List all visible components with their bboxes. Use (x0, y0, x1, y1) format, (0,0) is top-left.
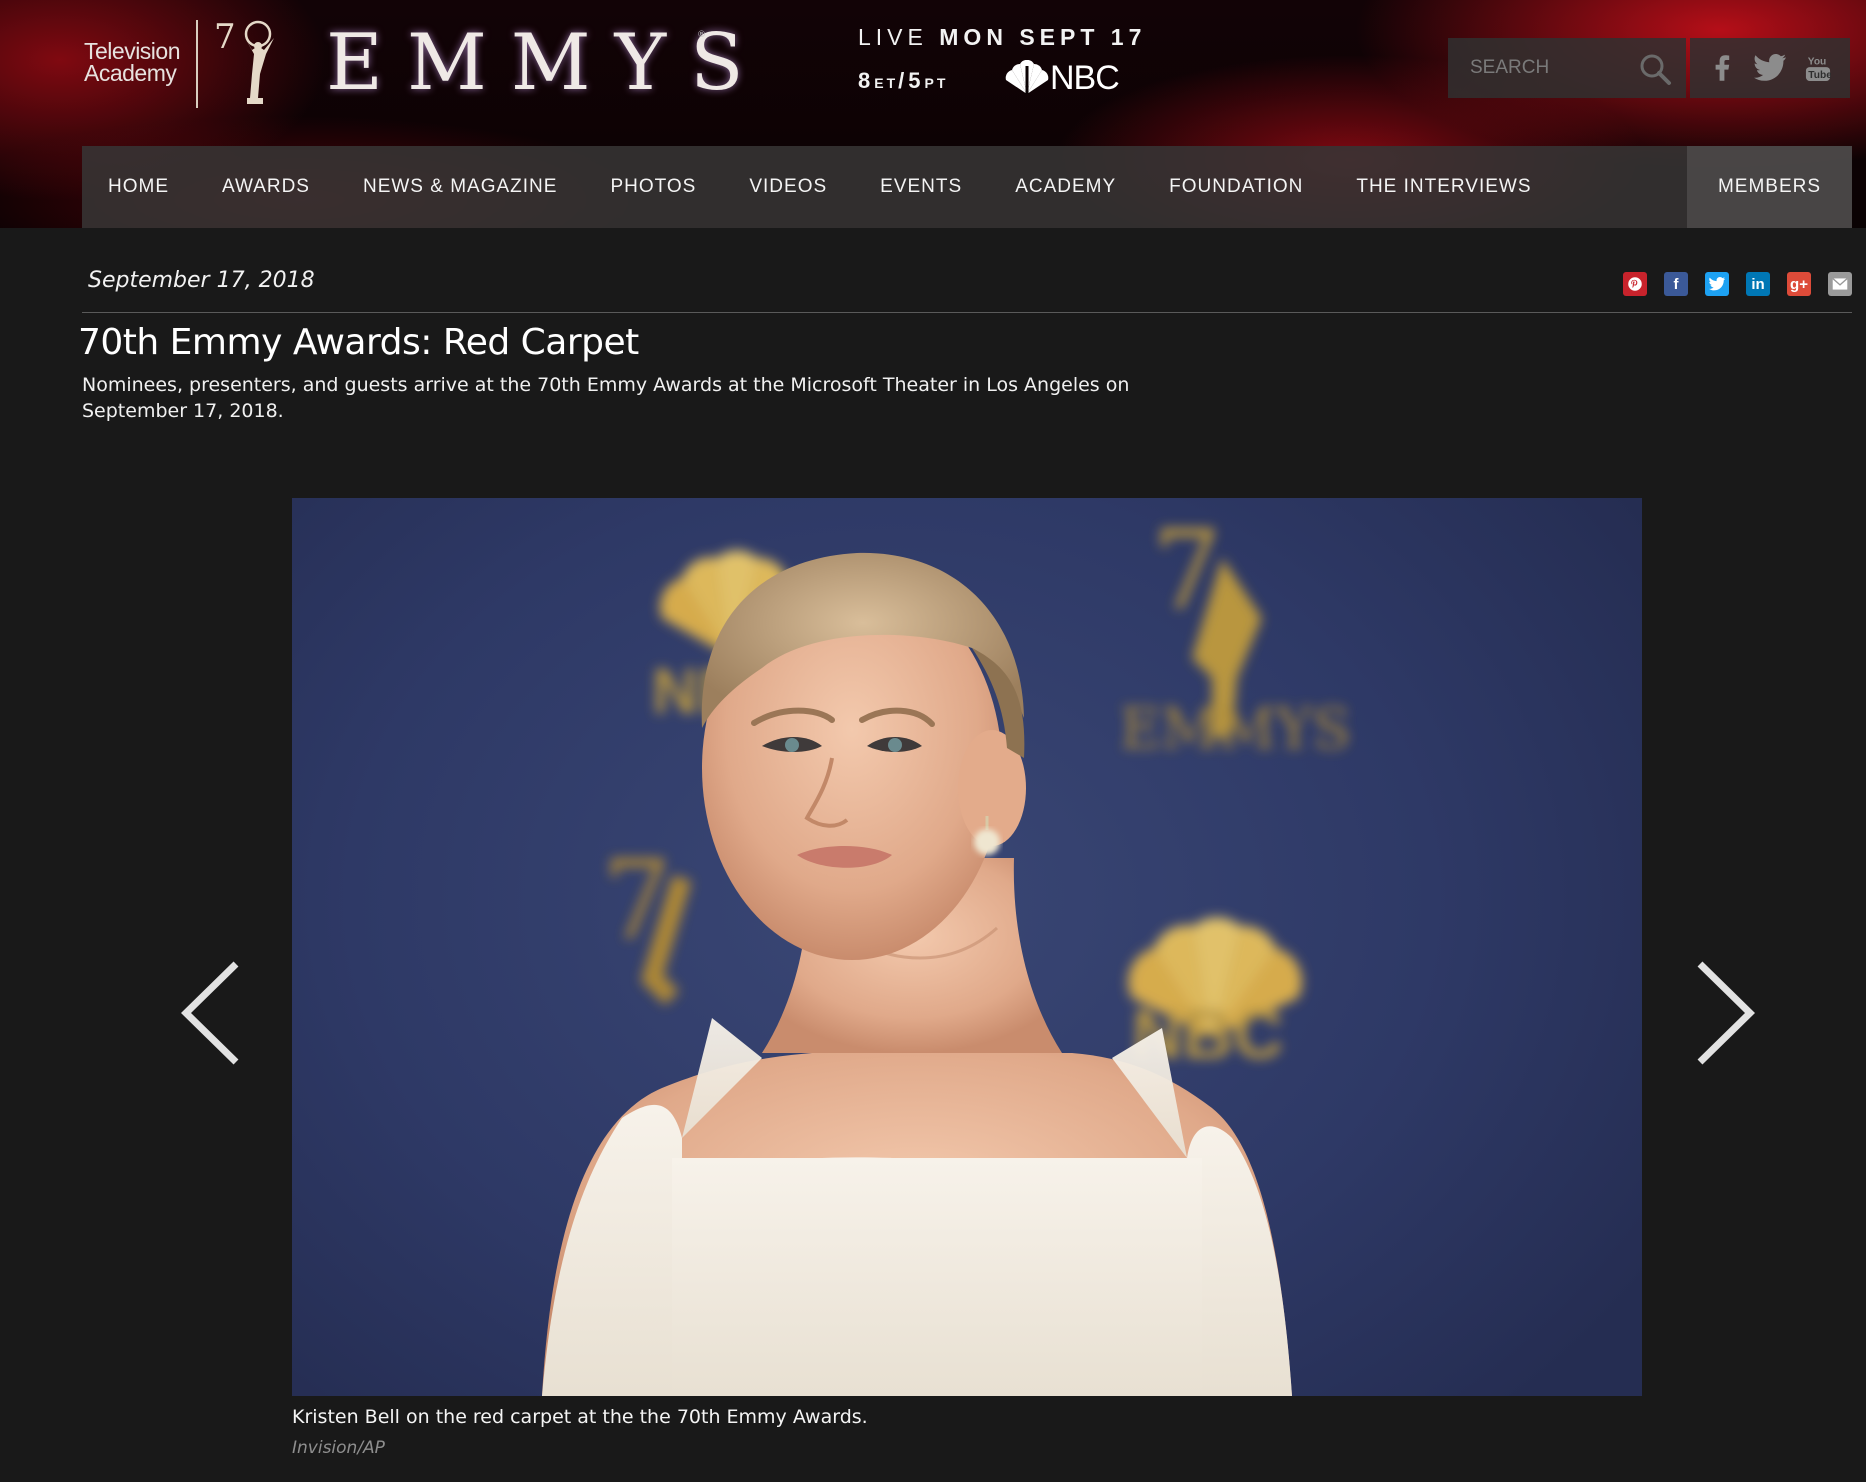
broadcast-live-day: LIVE MON SEPT 17 (858, 24, 1146, 51)
header-divider (82, 312, 1852, 313)
backdrop-emmys: EMMYS (1120, 697, 1351, 762)
search-box (1448, 38, 1686, 98)
twitter-icon[interactable] (1754, 52, 1786, 84)
site-header: Television Academy 7 EMMYS ® LIVE MON SE… (0, 0, 1866, 228)
live-day: MON SEPT 17 (939, 24, 1147, 50)
svg-text:You: You (1808, 56, 1827, 67)
nav-item-academy[interactable]: ACADEMY (1015, 176, 1116, 198)
network-name: NBC (1050, 58, 1120, 97)
registered-mark: ® (697, 30, 706, 40)
pinterest-icon[interactable] (1623, 272, 1647, 296)
photo-credit: Invision/AP (292, 1438, 385, 1458)
nav-item-members[interactable]: MEMBERS (1687, 146, 1852, 228)
linkedin-icon[interactable]: in (1746, 272, 1770, 296)
emmy-70-statuette-icon[interactable]: 7 (214, 14, 284, 110)
share-twitter-icon[interactable] (1705, 272, 1729, 296)
live-prefix: LIVE (858, 24, 928, 50)
main-nav: HOME AWARDS NEWS & MAGAZINE PHOTOS VIDEO… (82, 146, 1852, 228)
google-plus-icon[interactable]: g+ (1787, 272, 1811, 296)
share-bar: f in g+ (1623, 272, 1852, 296)
photo-caption: Kristen Bell on the red carpet at the th… (292, 1406, 868, 1428)
previous-arrow-icon[interactable] (176, 958, 246, 1068)
email-icon[interactable] (1828, 272, 1852, 296)
search-icon[interactable] (1638, 52, 1672, 86)
article-date: September 17, 2018 (88, 268, 315, 293)
time-et-suffix: ET (874, 75, 899, 91)
nav-item-news-magazine[interactable]: NEWS & MAGAZINE (363, 176, 557, 198)
nav-item-the-interviews[interactable]: THE INTERVIEWS (1356, 176, 1531, 198)
nav-item-photos[interactable]: PHOTOS (610, 176, 696, 198)
time-et: 8 (858, 68, 875, 93)
search-input[interactable] (1470, 57, 1620, 79)
gallery-photo[interactable]: NBC 7 EMMYS 7 NBC (292, 498, 1642, 1396)
nbc-peacock-icon (1005, 60, 1049, 94)
time-pt: 5 (908, 68, 925, 93)
svg-text:Tube: Tube (1808, 70, 1831, 81)
logo-divider (196, 20, 198, 108)
page-subtitle: Nominees, presenters, and guests arrive … (82, 374, 1130, 422)
red-carpet-photo-illustration: NBC 7 EMMYS 7 NBC (542, 506, 1351, 1396)
academy-line-1: Television (84, 38, 181, 64)
broadcast-times: 8ET/5PT (858, 68, 949, 93)
nav-item-awards[interactable]: AWARDS (222, 176, 310, 198)
youtube-icon[interactable]: You Tube (1802, 52, 1834, 84)
social-links: You Tube (1690, 38, 1850, 98)
time-pt-suffix: PT (924, 75, 949, 91)
facebook-icon[interactable] (1706, 52, 1738, 84)
nbc-logo[interactable]: NBC (998, 58, 1120, 98)
nav-item-events[interactable]: EVENTS (880, 176, 962, 198)
nav-item-home[interactable]: HOME (108, 176, 169, 198)
page-title: 70th Emmy Awards: Red Carpet (78, 322, 639, 363)
nav-item-videos[interactable]: VIDEOS (749, 176, 827, 198)
share-facebook-icon[interactable]: f (1664, 272, 1688, 296)
next-arrow-icon[interactable] (1690, 958, 1760, 1068)
television-academy-logo[interactable]: Television Academy (84, 38, 194, 86)
academy-line-2: Academy (84, 60, 177, 86)
svg-text:7: 7 (214, 17, 236, 57)
nav-item-foundation[interactable]: FOUNDATION (1169, 176, 1303, 198)
